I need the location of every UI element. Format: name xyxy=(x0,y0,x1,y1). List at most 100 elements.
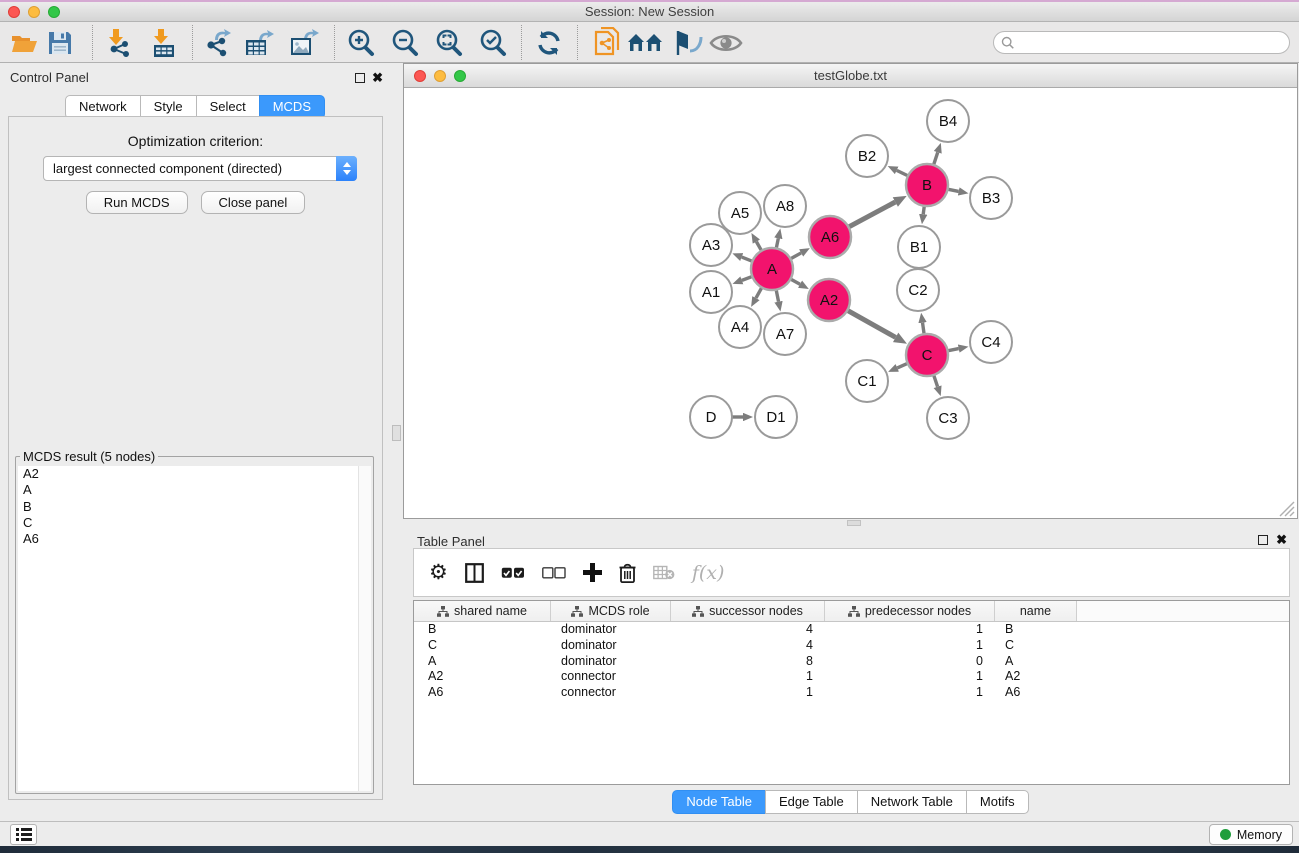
select-all-rows-icon[interactable] xyxy=(501,567,525,579)
save-session-icon[interactable] xyxy=(44,22,76,63)
export-image-icon[interactable] xyxy=(286,22,322,63)
table-cell[interactable]: A6 xyxy=(414,685,551,701)
network-window-titlebar[interactable]: testGlobe.txt xyxy=(404,64,1297,88)
table-cell[interactable]: dominator xyxy=(551,638,671,654)
result-list-item[interactable]: A6 xyxy=(18,531,371,547)
network-node[interactable]: A xyxy=(751,248,793,290)
table-cell[interactable]: A2 xyxy=(414,669,551,685)
network-edge[interactable] xyxy=(923,206,924,214)
table-cell[interactable]: 1 xyxy=(825,669,995,685)
table-cell[interactable]: B xyxy=(995,622,1077,638)
table-cell[interactable]: 0 xyxy=(825,654,995,670)
import-network-icon[interactable] xyxy=(102,22,138,63)
network-canvas[interactable]: B4B2BB3A8A5A6A3B1AC2A1A2A4A7C4CC1C3DD1 xyxy=(404,88,1297,518)
network-node[interactable]: B2 xyxy=(846,135,888,177)
main-titlebar[interactable]: Session: New Session xyxy=(0,2,1299,22)
table-cell[interactable]: 1 xyxy=(671,669,825,685)
network-edge[interactable] xyxy=(790,253,801,259)
network-node[interactable]: A4 xyxy=(719,306,761,348)
table-settings-gear-icon[interactable]: ⚙ xyxy=(429,562,448,583)
add-column-icon[interactable] xyxy=(583,563,602,582)
table-cell[interactable]: A6 xyxy=(995,685,1077,701)
network-node[interactable]: B3 xyxy=(970,177,1012,219)
import-table-icon[interactable] xyxy=(146,22,182,63)
network-node[interactable]: B1 xyxy=(898,226,940,268)
network-node[interactable]: C3 xyxy=(927,397,969,439)
column-header-successor-nodes[interactable]: successor nodes xyxy=(671,601,825,621)
result-list-item[interactable]: A2 xyxy=(18,466,371,482)
show-columns-icon[interactable] xyxy=(465,563,484,583)
zoom-in-icon[interactable] xyxy=(344,22,378,63)
table-cell[interactable]: B xyxy=(414,622,551,638)
network-node[interactable]: A3 xyxy=(690,224,732,266)
result-list-item[interactable]: A xyxy=(18,482,371,498)
table-cell[interactable]: connector xyxy=(551,669,671,685)
table-cell[interactable]: C xyxy=(414,638,551,654)
table-cell[interactable]: 1 xyxy=(825,638,995,654)
close-panel-icon[interactable]: ✖ xyxy=(372,70,383,86)
table-tab-motifs[interactable]: Motifs xyxy=(966,790,1029,814)
export-network-icon[interactable] xyxy=(201,22,237,63)
network-node[interactable]: A8 xyxy=(764,185,806,227)
table-cell[interactable]: dominator xyxy=(551,654,671,670)
network-edge[interactable] xyxy=(897,363,907,368)
hide-others-icon[interactable] xyxy=(670,22,706,63)
network-edge[interactable] xyxy=(776,238,778,248)
export-table-icon[interactable] xyxy=(241,22,277,63)
float-panel-icon[interactable] xyxy=(355,73,365,83)
network-edge[interactable] xyxy=(756,287,762,298)
table-row[interactable]: Cdominator41C xyxy=(414,638,1289,654)
deselect-all-rows-icon[interactable] xyxy=(542,567,566,579)
network-edge[interactable] xyxy=(897,170,908,176)
network-edge[interactable] xyxy=(790,279,800,284)
network-node[interactable]: B4 xyxy=(927,100,969,142)
table-row[interactable]: A6connector11A6 xyxy=(414,685,1289,701)
network-node[interactable]: A2 xyxy=(808,279,850,321)
result-list-scrollbar[interactable] xyxy=(358,466,371,791)
table-cell[interactable]: A xyxy=(414,654,551,670)
delete-column-trash-icon[interactable] xyxy=(619,563,636,583)
delete-table-icon[interactable] xyxy=(653,565,675,580)
table-cell[interactable]: 1 xyxy=(825,685,995,701)
table-cell[interactable]: 1 xyxy=(671,685,825,701)
window-resize-grip[interactable] xyxy=(1280,502,1294,516)
table-cell[interactable]: 8 xyxy=(671,654,825,670)
run-mcds-button[interactable]: Run MCDS xyxy=(86,191,188,214)
network-edge[interactable] xyxy=(849,202,896,227)
network-edge[interactable] xyxy=(934,152,938,165)
network-edge[interactable] xyxy=(923,323,925,335)
table-tab-edge-table[interactable]: Edge Table xyxy=(765,790,858,814)
mcds-result-list[interactable]: A2ABCA6 xyxy=(18,466,371,791)
zoom-fit-icon[interactable] xyxy=(432,22,466,63)
table-cell[interactable]: A xyxy=(995,654,1077,670)
criterion-select[interactable]: largest connected component (directed) xyxy=(43,156,357,181)
table-float-icon[interactable] xyxy=(1258,535,1268,545)
table-tab-node-table[interactable]: Node Table xyxy=(672,790,766,814)
result-list-item[interactable]: C xyxy=(18,515,371,531)
network-node[interactable]: C1 xyxy=(846,360,888,402)
vertical-splitter[interactable] xyxy=(391,63,403,821)
column-header-predecessor-nodes[interactable]: predecessor nodes xyxy=(825,601,995,621)
table-row[interactable]: A2connector11A2 xyxy=(414,669,1289,685)
network-edge[interactable] xyxy=(948,349,959,351)
network-node[interactable]: B xyxy=(906,164,948,206)
network-node[interactable]: A7 xyxy=(764,313,806,355)
table-cell[interactable]: 1 xyxy=(825,622,995,638)
table-cell[interactable]: 4 xyxy=(671,638,825,654)
network-node[interactable]: C2 xyxy=(897,269,939,311)
column-header-name[interactable]: name xyxy=(995,601,1077,621)
horizontal-splitter-grip[interactable] xyxy=(847,520,861,526)
table-cell[interactable]: 4 xyxy=(671,622,825,638)
network-edge[interactable] xyxy=(948,189,959,191)
network-node[interactable]: C4 xyxy=(970,321,1012,363)
show-all-networks-icon[interactable] xyxy=(625,22,665,63)
network-edge[interactable] xyxy=(742,276,752,280)
table-cell[interactable]: C xyxy=(995,638,1077,654)
zoom-out-icon[interactable] xyxy=(388,22,422,63)
network-node[interactable]: C xyxy=(906,334,948,376)
horizontal-splitter[interactable] xyxy=(403,519,1299,527)
open-file-icon[interactable] xyxy=(8,22,40,63)
network-edge[interactable] xyxy=(847,310,895,337)
memory-button[interactable]: Memory xyxy=(1209,824,1293,845)
close-panel-button[interactable]: Close panel xyxy=(201,191,306,214)
